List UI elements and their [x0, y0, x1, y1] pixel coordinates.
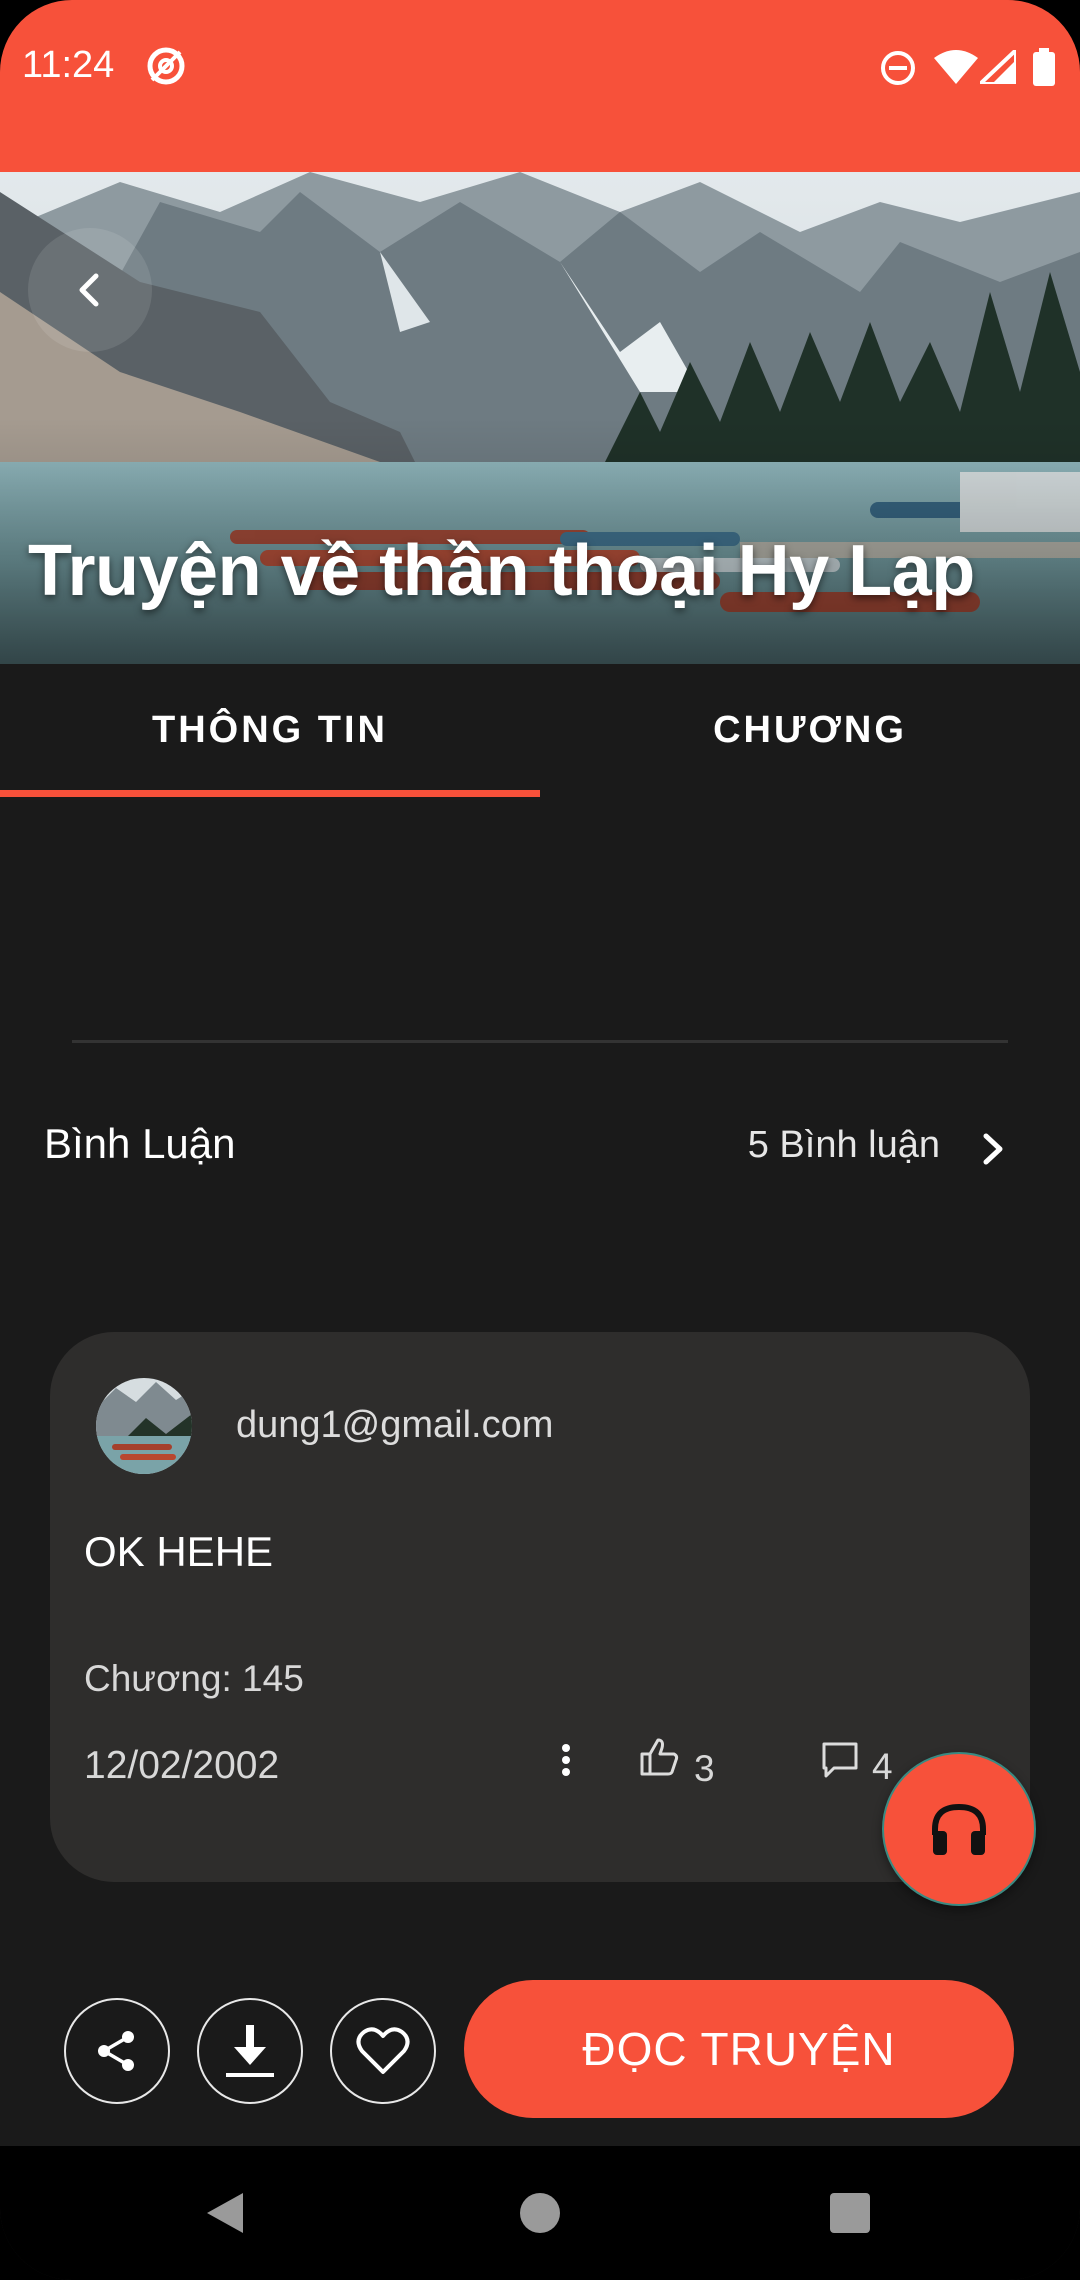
- battery-icon: [1032, 48, 1056, 91]
- headphones-icon: [932, 1803, 986, 1855]
- divider: [72, 1040, 1008, 1043]
- download-button[interactable]: [197, 1998, 303, 2104]
- nav-back-button[interactable]: [190, 2146, 260, 2280]
- comment-bubble-icon[interactable]: [820, 1740, 860, 1785]
- nav-recents-button[interactable]: [815, 2146, 885, 2280]
- tab-chapters[interactable]: CHƯƠNG: [540, 664, 1080, 796]
- reply-count: 4: [872, 1746, 893, 1787]
- more-vertical-icon[interactable]: [558, 1742, 574, 1787]
- cover-image: Truyện về thần thoại Hy Lạp: [0, 172, 1080, 664]
- tab-bar: THÔNG TIN CHƯƠNG: [0, 664, 1080, 796]
- share-button[interactable]: [64, 1998, 170, 2104]
- favorite-button[interactable]: [330, 1998, 436, 2104]
- system-nav-bar: [0, 2146, 1080, 2280]
- home-circle-icon: [520, 2193, 560, 2233]
- back-triangle-icon: [207, 2193, 243, 2233]
- at-sign-icon: [146, 46, 186, 91]
- do-not-disturb-icon: [880, 50, 916, 91]
- comment-chapter: Chương: 145: [84, 1658, 304, 1699]
- status-time: 11:24: [22, 44, 115, 86]
- share-icon: [98, 2031, 134, 2071]
- avatar[interactable]: [96, 1378, 192, 1474]
- comment-date: 12/02/2002: [84, 1744, 280, 1787]
- chevron-left-icon: [79, 273, 99, 307]
- heart-icon: [356, 2027, 410, 2074]
- status-bar: 11:24: [0, 0, 1080, 172]
- comments-title: Bình Luận: [44, 1120, 236, 1167]
- recents-square-icon: [830, 2193, 870, 2233]
- story-title: Truyện về thần thoại Hy Lạp: [28, 531, 975, 611]
- comment-text: OK HEHE: [84, 1528, 274, 1575]
- audio-fab-button[interactable]: [882, 1752, 1036, 1906]
- download-icon: [226, 2025, 274, 2077]
- app-screen: 11:24 Truyện về thần thoại Hy Lạp THÔNG …: [0, 0, 1080, 2280]
- comment-username: dung1@gmail.com: [236, 1404, 554, 1446]
- like-count: 3: [694, 1748, 715, 1789]
- tab-indicator: [0, 790, 540, 797]
- nav-home-button[interactable]: [505, 2146, 575, 2280]
- tab-info[interactable]: THÔNG TIN: [0, 664, 540, 796]
- signal-icon: [974, 45, 1018, 89]
- chevron-right-icon[interactable]: [978, 1130, 1008, 1173]
- back-button[interactable]: [28, 228, 152, 352]
- comment-card[interactable]: dung1@gmail.com OK HEHE Chương: 145 12/0…: [50, 1332, 1030, 1882]
- read-story-button[interactable]: ĐỌC TRUYỆN: [464, 1980, 1014, 2118]
- wifi-icon: [934, 50, 978, 89]
- comments-count-link[interactable]: 5 Bình luận: [748, 1124, 940, 1167]
- thumbs-up-icon[interactable]: [638, 1736, 680, 1783]
